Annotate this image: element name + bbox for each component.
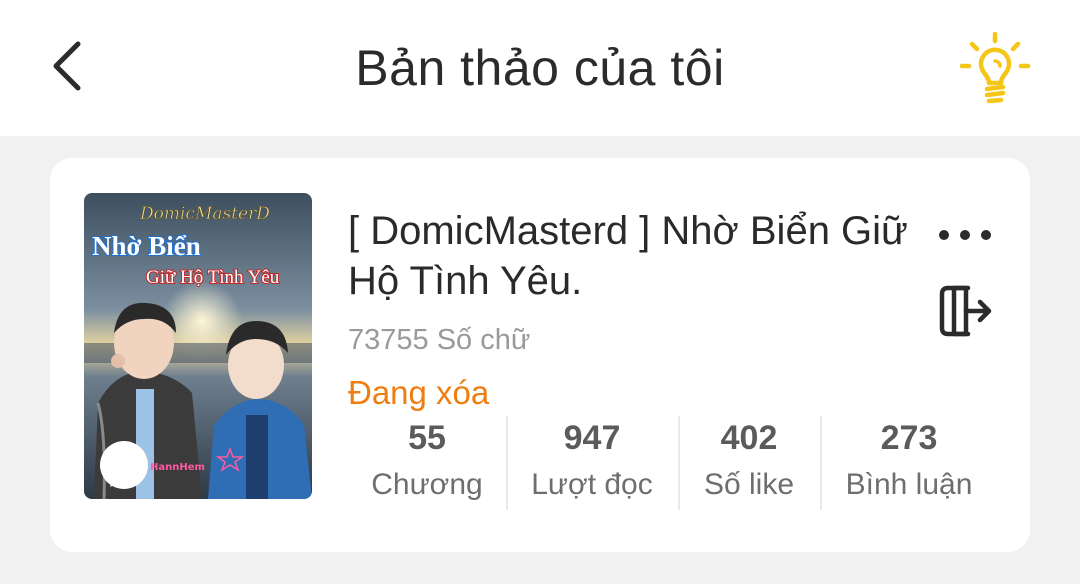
stat-label: Lượt đọc: [531, 468, 653, 501]
exit-button[interactable]: [930, 278, 1002, 344]
stat-comments: 273 Bình luận: [820, 410, 998, 510]
story-cover[interactable]: DomicMasterD Nhờ Biển Giữ Hộ Tình Yêu Ha…: [84, 193, 312, 499]
chevron-left-icon: [53, 41, 81, 91]
story-title[interactable]: [ DomicMasterd ] Nhờ Biển Giữ Hộ Tình Yê…: [348, 206, 908, 306]
stat-chapters: 55 Chương: [348, 410, 506, 510]
comment-bubble-icon: [100, 441, 148, 489]
stat-value: 947: [563, 419, 621, 457]
stat-value: 273: [880, 419, 938, 457]
status-label: Đang xóa: [348, 374, 490, 411]
word-count: 73755 Số chữ: [348, 324, 531, 356]
cover-watermark: HannHem: [150, 462, 205, 473]
back-button[interactable]: [36, 28, 100, 104]
page-title: Bản thảo của tôi: [355, 40, 725, 96]
stat-likes: 402 Số like: [678, 410, 820, 510]
cover-image: DomicMasterD Nhờ Biển Giữ Hộ Tình Yêu Ha…: [84, 193, 312, 499]
stats-row: 55 Chương 947 Lượt đọc 402 Số like 273 B…: [348, 410, 998, 510]
exit-icon: [939, 285, 992, 337]
cover-title-line1: Nhờ Biển: [92, 231, 201, 261]
more-horizontal-icon: [939, 230, 991, 240]
stat-value: 55: [408, 419, 446, 457]
stat-value: 402: [720, 419, 778, 457]
draft-card[interactable]: DomicMasterD Nhờ Biển Giữ Hộ Tình Yêu Ha…: [50, 158, 1030, 552]
stat-label: Bình luận: [845, 468, 973, 501]
cover-title-line2: Giữ Hộ Tình Yêu: [146, 267, 280, 288]
tips-button[interactable]: [950, 26, 1040, 112]
stat-label: Chương: [371, 468, 483, 501]
stat-label: Số like: [703, 468, 795, 501]
lightbulb-icon: [959, 31, 1031, 104]
stat-reads: 947 Lượt đọc: [506, 410, 678, 510]
top-bar: Bản thảo của tôi: [0, 0, 1080, 136]
cover-brand: DomicMasterD: [139, 204, 270, 224]
more-options-button[interactable]: [930, 216, 1000, 254]
